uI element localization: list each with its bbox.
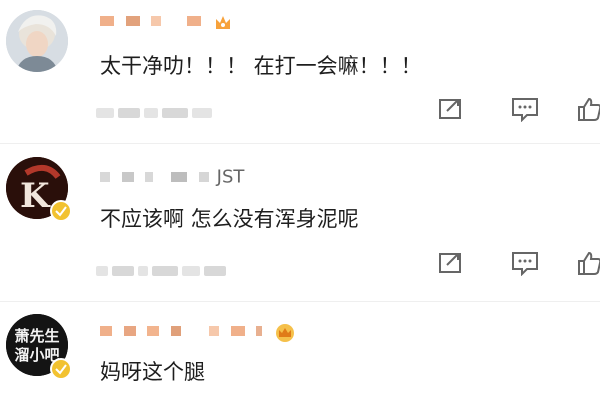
comment-text: 妈呀这个腿 xyxy=(100,360,205,384)
comment-item-2: K JST 不应该啊 怎么没有浑身泥呢 xyxy=(0,150,600,310)
like-icon xyxy=(578,251,600,275)
comment-text: 不应该啊 怎么没有浑身泥呢 xyxy=(100,207,359,231)
comment-button[interactable] xyxy=(510,96,540,123)
comment-text: 太干净叻！！！ 在打一会嘛！！！ xyxy=(100,54,422,78)
divider xyxy=(0,143,600,144)
username[interactable] xyxy=(100,10,233,32)
comment-meta xyxy=(96,261,230,276)
user-avatar[interactable] xyxy=(6,10,68,72)
share-icon xyxy=(439,99,461,119)
comment-icon xyxy=(512,252,538,277)
comment-button[interactable] xyxy=(510,250,540,277)
like-icon xyxy=(578,97,600,121)
svg-text:K: K xyxy=(20,176,51,216)
verified-badge-icon xyxy=(50,358,72,380)
username[interactable]: JST xyxy=(100,166,244,188)
share-button[interactable] xyxy=(437,250,467,276)
vip-crown-icon xyxy=(274,323,295,342)
comment-item-3: 萧先生 溜小吧 妈呀这个腿 xyxy=(0,308,600,400)
like-button[interactable] xyxy=(576,250,600,276)
verified-badge-icon xyxy=(50,200,72,222)
comment-icon xyxy=(512,98,538,123)
like-button[interactable] xyxy=(576,96,600,122)
share-button[interactable] xyxy=(437,96,467,122)
share-icon xyxy=(439,253,461,273)
comment-meta xyxy=(96,103,216,118)
divider xyxy=(0,301,600,302)
username[interactable] xyxy=(100,320,295,342)
username-suffix: JST xyxy=(216,166,245,188)
svg-text:萧先生: 萧先生 xyxy=(14,327,59,345)
comment-item-1: 太干净叻！！！ 在打一会嘛！！！ xyxy=(0,0,600,150)
vip-crown-icon xyxy=(213,13,233,29)
